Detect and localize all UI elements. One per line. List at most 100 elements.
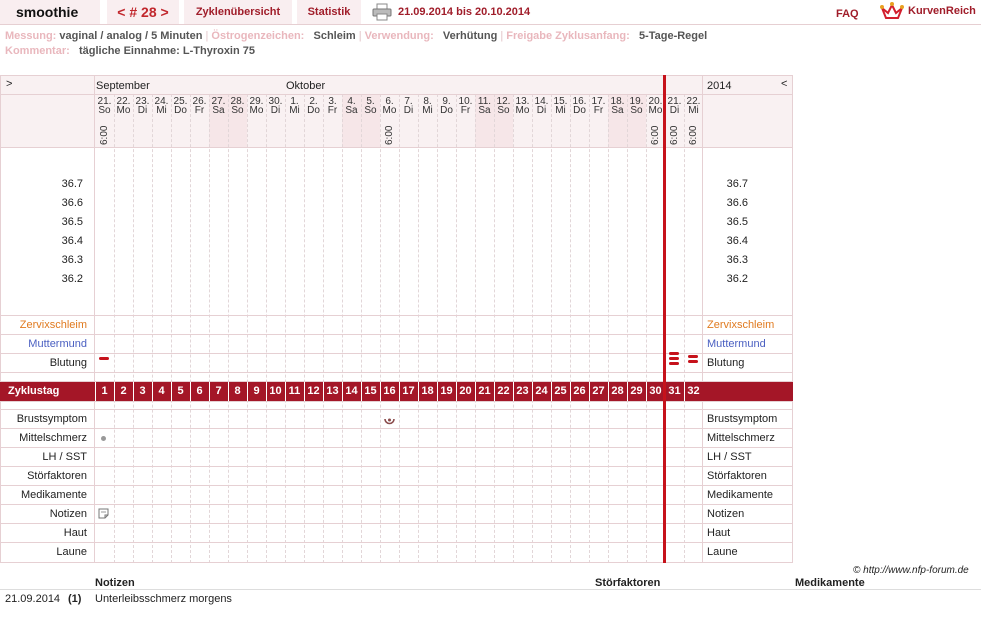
scroll-left-button[interactable]: > [6, 78, 12, 90]
cycle-day-number: 23 [516, 385, 529, 397]
cycle-day-number: 17 [402, 385, 415, 397]
cycle-day-number: 8 [234, 385, 241, 397]
cycle-day-number: 27 [592, 385, 605, 397]
temperature-label-left: 36.2 [61, 273, 83, 285]
cycle-day-number: 19 [440, 385, 453, 397]
temperature-label-right: 36.6 [726, 197, 748, 209]
month-october: Oktober [286, 80, 326, 92]
next-cycle-button[interactable]: > [161, 4, 169, 20]
comment-label: Kommentar: [5, 44, 70, 57]
scroll-right-button[interactable]: < [781, 78, 787, 90]
today-marker [663, 75, 666, 563]
cycle-day-divider [171, 382, 172, 401]
row-label-right: Zervixschleim [707, 319, 775, 331]
cycle-day-number: 20 [459, 385, 472, 397]
disturbance-column-header: Störfaktoren [595, 577, 661, 589]
day-weekday: Do [440, 105, 453, 116]
cycle-day-divider [608, 382, 609, 401]
cycle-day-number: 13 [326, 385, 339, 397]
temperature-label-right: 36.3 [726, 254, 748, 266]
crown-logo-icon [880, 2, 904, 19]
cycle-day-divider [570, 382, 571, 401]
day-weekday: Mi [289, 105, 300, 116]
bleeding-mark [688, 354, 698, 358]
cycle-day-divider [190, 382, 191, 401]
cycle-day-number: 31 [668, 385, 681, 397]
use-value: Verhütung [442, 30, 498, 42]
cycle-day-number: 25 [554, 385, 567, 397]
cycle-day-divider [646, 382, 647, 401]
cycle-day-number: 3 [139, 385, 146, 397]
month-september: September [96, 80, 150, 92]
credit-link[interactable]: © http://www.nfp-forum.de [853, 565, 969, 576]
cycle-day-number: 18 [421, 385, 434, 397]
estrogen-value: Schleim [313, 30, 356, 42]
day-weekday: Di [669, 105, 680, 116]
day-weekday: So [630, 105, 643, 116]
release-value: 5-Tage-Regel [638, 30, 708, 42]
chart-border [0, 75, 793, 563]
cycle-day-divider [456, 382, 457, 401]
cycle-day-divider [589, 382, 590, 401]
cycle-day-number: 22 [497, 385, 510, 397]
temperature-label-right: 36.4 [726, 235, 748, 247]
kurvenreich-logo[interactable]: KurvenReich [880, 2, 980, 24]
date-range: 21.09.2014 bis 20.10.2014 [398, 6, 531, 18]
day-weekday: So [98, 105, 111, 116]
day-weekday: Mo [382, 105, 397, 116]
notes-table-header: Notizen Störfaktoren Medikamente [0, 576, 981, 590]
cycle-day-number: 9 [253, 385, 260, 397]
cycle-day-label: Zyklustag [8, 385, 60, 397]
cycle-day-divider [437, 382, 438, 401]
day-weekday: Do [174, 105, 187, 116]
note-date: 21.09.2014 [5, 593, 61, 605]
cycle-day-number: 16 [383, 385, 396, 397]
faq-link[interactable]: FAQ [836, 8, 859, 20]
cycle-day-divider [361, 382, 362, 401]
estrogen-label: Östrogenzeichen: [211, 30, 305, 42]
cycle-day-divider [494, 382, 495, 401]
year-label: 2014 [707, 80, 732, 92]
cycle-day-divider [247, 382, 248, 401]
row-label-right: Muttermund [707, 338, 766, 350]
row-label-right: Laune [707, 546, 738, 558]
bleeding-mark [688, 359, 698, 363]
previous-cycle-button[interactable]: < [117, 4, 125, 20]
row-label-left: Zervixschleim [19, 319, 87, 331]
use-label: Verwendung: [364, 30, 434, 42]
cycle-info: Messung: vaginal / analog / 5 Minuten | … [5, 30, 708, 57]
cycle-day-divider [342, 382, 343, 401]
measurement-time: 6:00 [384, 125, 395, 145]
day-weekday: Di [403, 105, 414, 116]
cycle-chart: > < 2014 September Oktober 21. So 6:00 22. M… [0, 75, 793, 563]
user-name: smoothie [0, 0, 100, 24]
cycle-day-number: 12 [307, 385, 320, 397]
tab-statistics[interactable]: Statistik [297, 0, 361, 24]
day-weekday: Fr [460, 105, 471, 116]
cycle-day-divider [513, 382, 514, 401]
cycle-day-number: 7 [215, 385, 222, 397]
day-weekday: So [364, 105, 377, 116]
note-icon[interactable] [98, 508, 109, 519]
comment-value: tägliche Einnahme: L-Thyroxin 75 [78, 44, 256, 57]
cycle-day-divider [399, 382, 400, 401]
temperature-label-left: 36.7 [61, 178, 83, 190]
print-icon[interactable] [372, 3, 392, 21]
cycle-day-number: 2 [120, 385, 127, 397]
cycle-day-number: 29 [630, 385, 643, 397]
day-weekday: Mo [116, 105, 131, 116]
day-weekday: Mi [555, 105, 566, 116]
cycle-day-number: 11 [288, 385, 301, 397]
day-weekday: Do [307, 105, 320, 116]
row-label-right: Medikamente [707, 489, 774, 501]
day-weekday: Mi [156, 105, 167, 116]
cycle-day-divider [304, 382, 305, 401]
cycle-day-number: 32 [687, 385, 700, 397]
cycle-day-number: 14 [345, 385, 358, 397]
tab-cycle-overview[interactable]: Zyklenübersicht [184, 0, 292, 24]
row-label-right: Mittelschmerz [707, 432, 775, 444]
row-label-left: Störfaktoren [27, 470, 87, 482]
bleeding-mark [669, 357, 679, 360]
measurement-time: 6:00 [669, 125, 680, 145]
cycle-day-divider [133, 382, 134, 401]
